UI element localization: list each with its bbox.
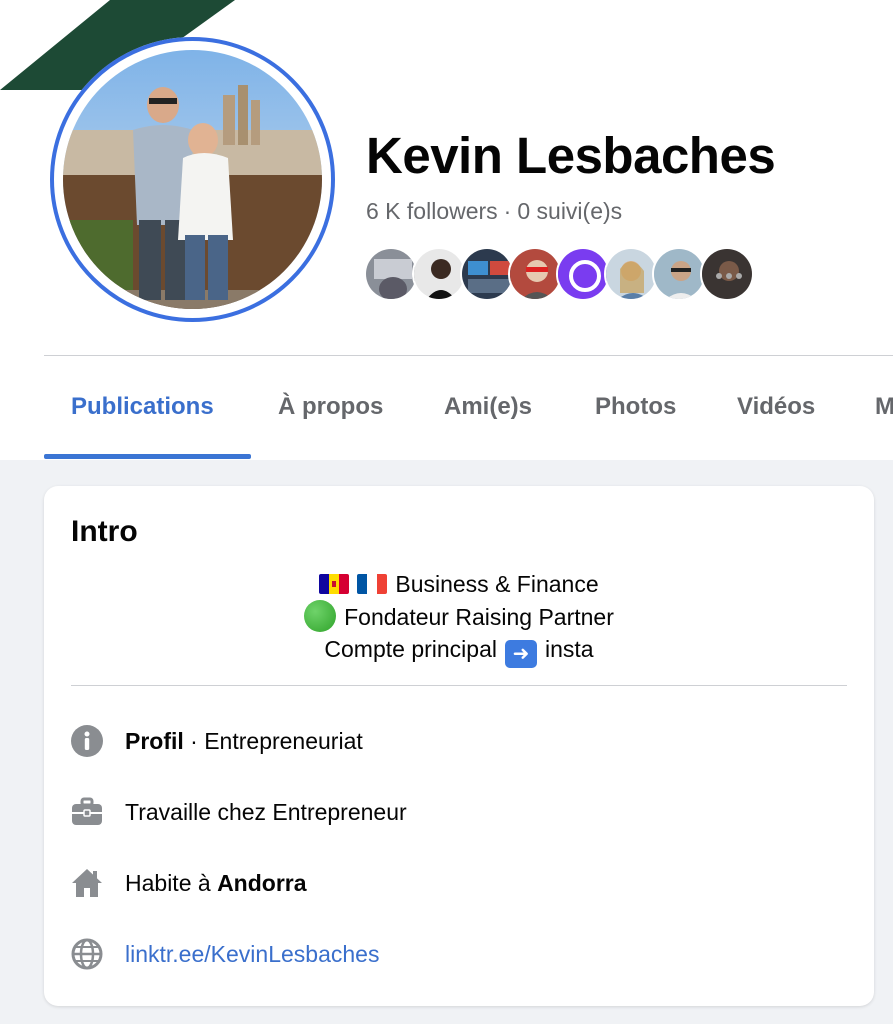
mutual-avatar-2[interactable] [412,247,466,301]
home-icon [71,867,103,899]
bio-text-2: Fondateur Raising Partner [344,604,614,630]
right-arrow-icon: ➜ [505,640,537,668]
bio-line-3: Compte principal ➜ insta [44,633,874,668]
bio-line-2: Fondateur Raising Partner [44,600,874,633]
lives-prefix: Habite à [125,870,218,896]
intro-divider [71,685,847,686]
detail-work: Travaille chez Entrepreneur [71,794,841,830]
tab-videos[interactable]: Vidéos [737,392,815,422]
andorra-flag-icon [319,574,350,594]
mutual-avatar-6[interactable] [604,247,658,301]
profile-type-label: Profil [125,728,184,754]
lives-place[interactable]: Andorra [217,870,306,896]
mutual-avatar-7[interactable] [652,247,706,301]
header-divider [44,355,893,356]
bio-text-3b: insta [545,636,594,662]
followers-count[interactable]: 6 K followers [366,198,498,224]
profile-photo [63,50,322,309]
detail-website: linktr.ee/KevinLesbaches [71,936,841,972]
info-icon [71,725,103,757]
tab-publications[interactable]: Publications [71,392,214,422]
profile-picture[interactable] [50,37,335,322]
detail-lives: Habite à Andorra [71,865,841,901]
following-count[interactable]: 0 suivi(e)s [517,198,622,224]
bio-text-3a: Compte principal [324,636,497,662]
work-text: Travaille chez Entrepreneur [125,799,407,825]
mutual-followers-avatars[interactable] [364,247,764,303]
follow-stats: 6 K followers · 0 suivi(e)s [366,196,622,226]
tab-a-propos[interactable]: À propos [278,392,383,422]
detail-profile: Profil · Entrepreneuriat [71,723,841,759]
profile-header: Kevin Lesbaches 6 K followers · 0 suivi(e)… [0,0,893,460]
intro-bio: Business & Finance Fondateur Raising Par… [44,568,874,668]
profile-name: Kevin Lesbaches [366,127,776,184]
briefcase-icon [71,796,103,828]
mutual-avatar-4[interactable] [508,247,562,301]
stats-separator: · [503,198,512,224]
profile-tabs: Publications À propos Ami(e)s Photos Vid… [44,380,893,459]
globe-icon [71,938,103,970]
website-link[interactable]: linktr.ee/KevinLesbaches [125,938,379,970]
mutual-avatar-8[interactable] [700,247,754,301]
bio-line-1: Business & Finance [44,568,874,600]
intro-title: Intro [71,515,138,548]
mutual-avatar-5[interactable] [556,247,610,301]
tab-more[interactable]: M [875,392,893,422]
france-flag-icon [357,574,388,594]
intro-card: Intro Business & Finance Fondateur Raisi… [44,486,874,1006]
tab-photos[interactable]: Photos [595,392,676,422]
mutual-avatar-1[interactable] [364,247,418,301]
profile-category: · Entrepreneuriat [190,728,363,754]
bio-text-1: Business & Finance [395,571,599,597]
tab-amis[interactable]: Ami(e)s [444,392,532,422]
active-tab-indicator [44,454,251,459]
mutual-avatar-3[interactable] [460,247,514,301]
green-circle-icon [304,600,337,632]
